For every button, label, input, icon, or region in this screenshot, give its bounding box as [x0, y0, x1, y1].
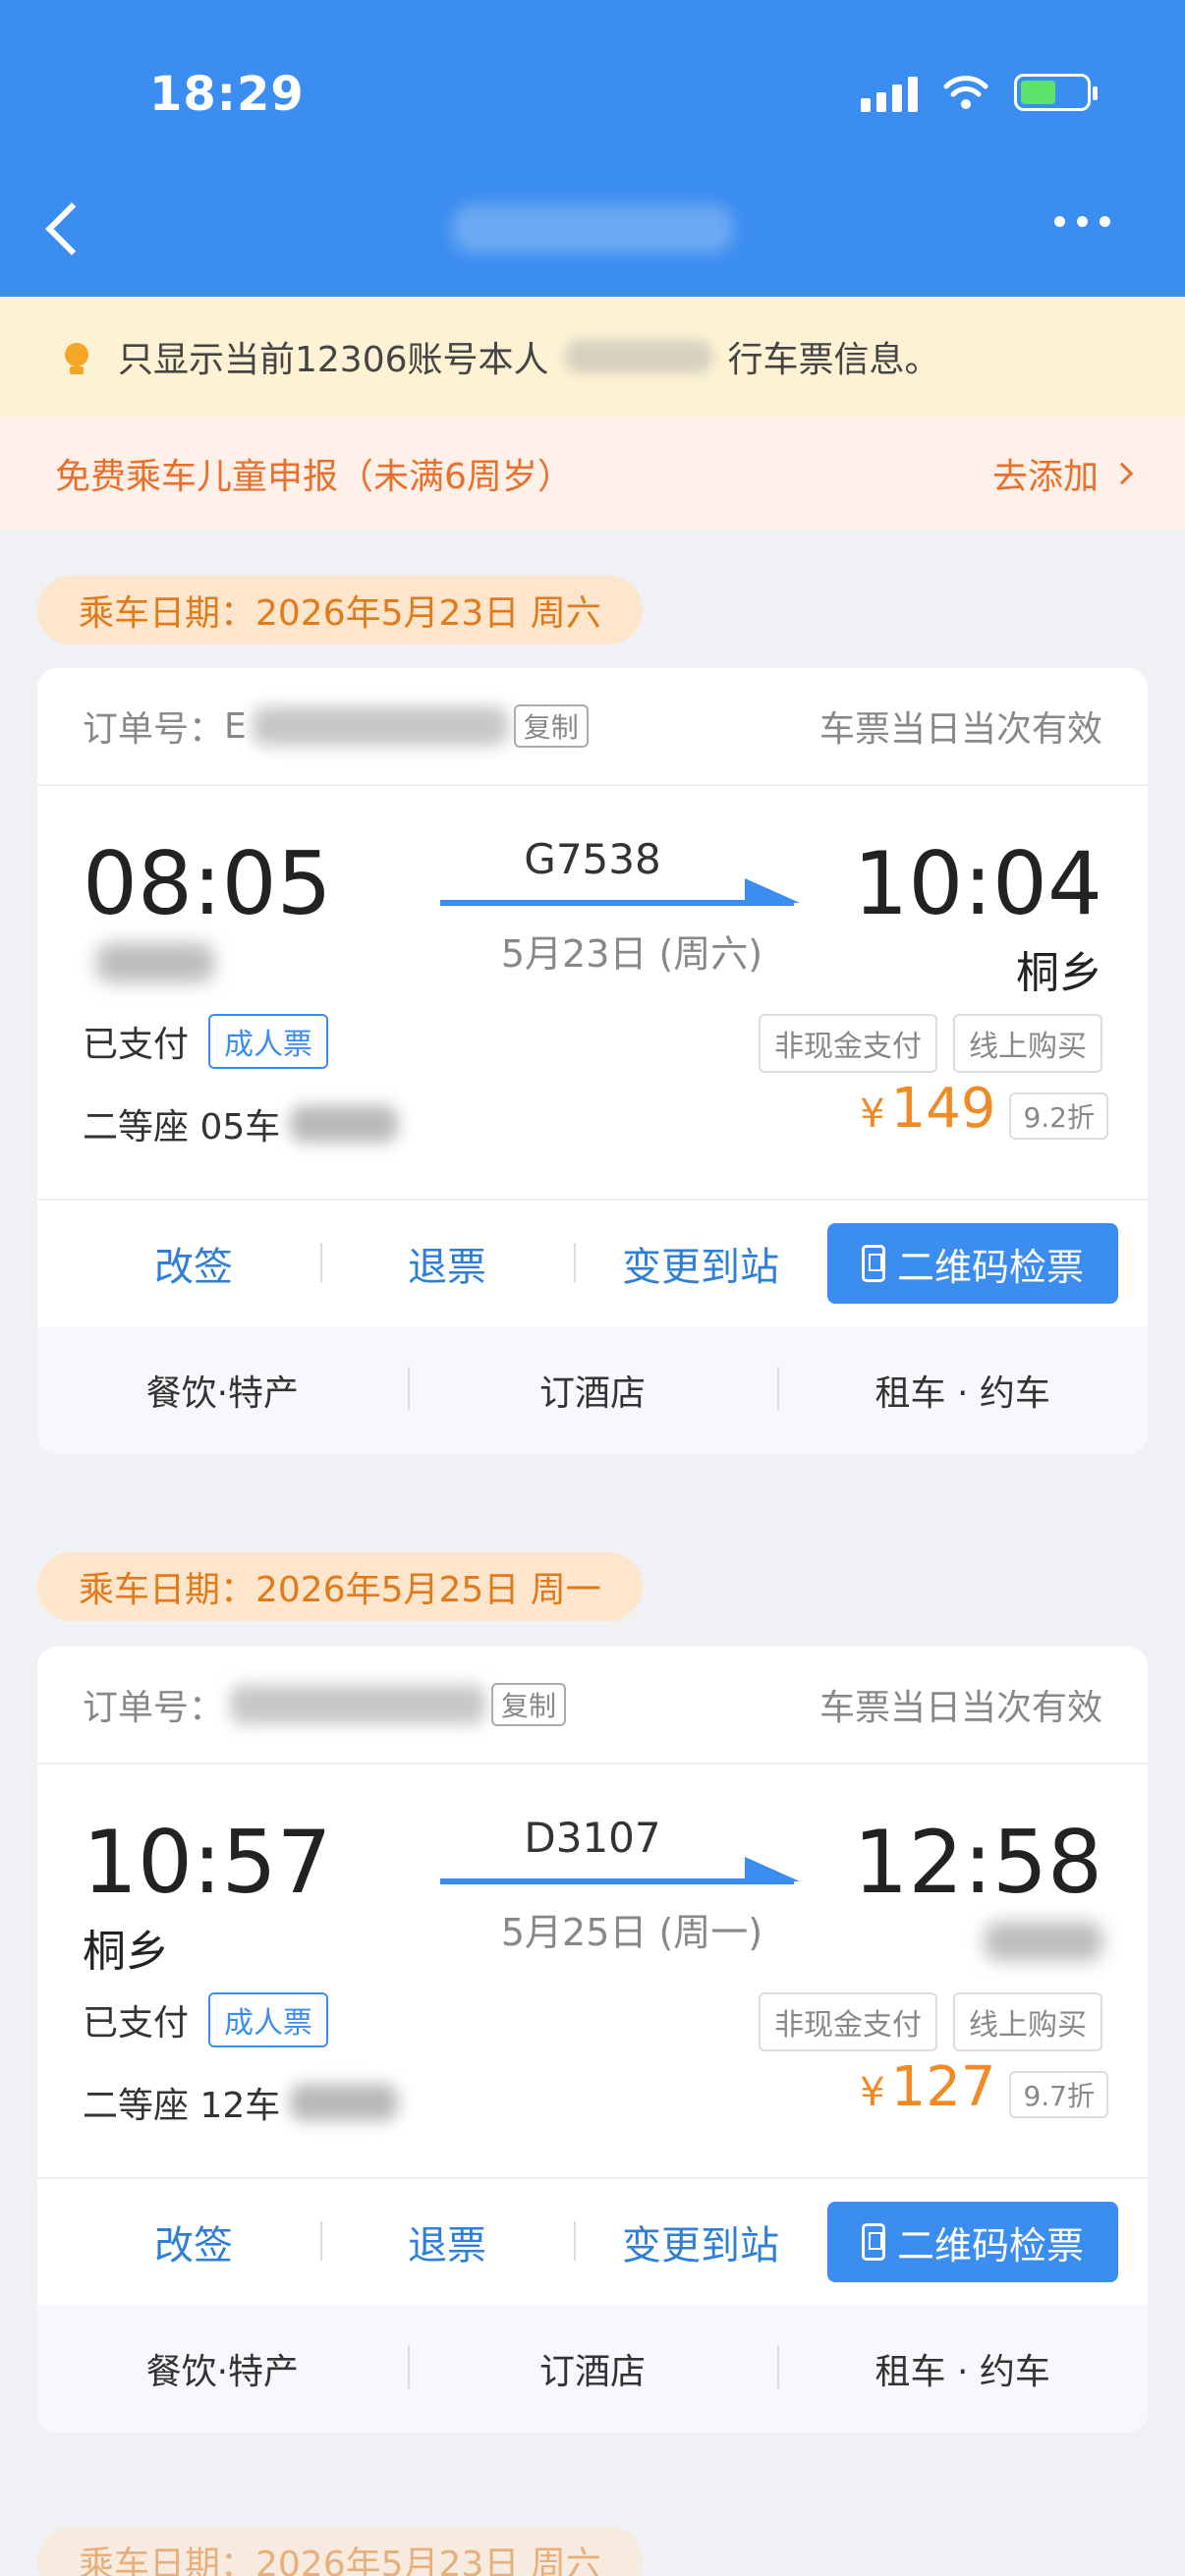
car-link[interactable]: 租车 · 约车 [777, 2343, 1148, 2394]
status-icons [861, 73, 1098, 112]
discount-badge: 9.2折 [1009, 1092, 1108, 1140]
order-prefix: E [224, 705, 247, 747]
currency-symbol: ¥ [860, 2070, 885, 2115]
arrival-station: 桐乡 [1016, 948, 1102, 998]
payment-status: 已支付 成人票 [83, 1992, 329, 2047]
car-link[interactable]: 租车 · 约车 [777, 1365, 1148, 1416]
food-link[interactable]: 餐饮·特产 [37, 2343, 408, 2394]
service-links: 餐饮·特产 订酒店 租车 · 约车 [37, 1326, 1148, 1454]
service-links: 餐饮·特产 订酒店 租车 · 约车 [37, 2305, 1148, 2433]
copy-button[interactable]: 复制 [491, 1683, 567, 1726]
redacted-name [564, 340, 712, 373]
seat-label: 二等座 12车 [83, 2086, 281, 2126]
status-time: 18:29 [149, 67, 305, 122]
page-title [452, 204, 733, 253]
ticket-type-badge: 成人票 [208, 1014, 329, 1069]
arrival-time: 10:04 [853, 833, 1102, 934]
tag-noncash: 非现金支付 [759, 1992, 937, 2051]
departure-station: 桐乡 [83, 1927, 169, 1977]
signal-icon [861, 73, 918, 112]
hotel-link[interactable]: 订酒店 [407, 2343, 778, 2394]
notice-text-start: 只显示当前12306账号本人 [118, 340, 549, 380]
seat-info: 二等座 05车 [83, 1098, 399, 1149]
child-report-label: 免费乘车儿童申报（未满6周岁） [55, 457, 573, 497]
train-number: G7538 [524, 835, 661, 883]
hotel-link[interactable]: 订酒店 [407, 1365, 778, 1416]
qr-checkin-button[interactable]: 二维码检票 [827, 1223, 1118, 1304]
order-label: 订单号： [83, 709, 225, 750]
arrival-time: 12:58 [853, 1812, 1102, 1913]
redacted-order-number [252, 706, 508, 746]
more-icon[interactable] [1054, 216, 1110, 227]
app-header: 18:29 [0, 0, 1185, 297]
order-label: 订单号： [83, 1688, 225, 1728]
chevron-right-icon [1110, 462, 1134, 485]
currency-symbol: ¥ [860, 1092, 885, 1137]
back-icon[interactable] [39, 196, 88, 261]
price-amount: 149 [890, 1077, 996, 1141]
notice-text-end: 行车票信息。 [727, 340, 940, 380]
train-number: D3107 [524, 1814, 661, 1862]
tag-noncash: 非现金支付 [759, 1014, 937, 1073]
phone-qr-icon [861, 2223, 885, 2261]
notice-bar: 只显示当前12306账号本人 行车票信息。 [0, 297, 1185, 417]
redacted-departure-station [96, 943, 214, 982]
ticket-actions: 改签 退票 变更到站 二维码检票 [37, 1199, 1148, 1326]
tag-online: 线上购买 [953, 1992, 1102, 2051]
train-date: 5月23日 (周六) [500, 932, 763, 976]
arrow-right-icon [440, 1857, 800, 1884]
price-amount: 127 [890, 2055, 996, 2119]
payment-status: 已支付 成人票 [83, 1014, 329, 1069]
change-ticket-button[interactable]: 改签 [67, 2213, 320, 2270]
seat-info: 二等座 12车 [83, 2077, 399, 2128]
price: ¥ 127 9.7折 [860, 2055, 1108, 2119]
date-pill: 乘车日期：2026年5月23日 周六 [37, 2527, 643, 2576]
trip-info: 08:05 G7538 5月23日 (周六) 10:04 桐乡 已支付 成人票 … [37, 786, 1148, 1199]
change-ticket-button[interactable]: 改签 [67, 1235, 320, 1292]
phone-qr-icon [861, 1245, 885, 1282]
change-station-button[interactable]: 变更到站 [574, 1235, 827, 1292]
price: ¥ 149 9.2折 [860, 1077, 1108, 1141]
food-link[interactable]: 餐饮·特产 [37, 1365, 408, 1416]
ticket-card: 订单号： 复制 车票当日当次有效 10:57 D3107 5月25日 (周一) … [37, 1647, 1148, 2433]
ticket-tags: 非现金支付 线上购买 [759, 1992, 1102, 2051]
change-station-button[interactable]: 变更到站 [574, 2213, 827, 2270]
card-header: 订单号： E 复制 车票当日当次有效 [37, 668, 1148, 786]
discount-badge: 9.7折 [1009, 2071, 1108, 2118]
wifi-icon [943, 76, 988, 109]
arrow-right-icon [440, 878, 800, 906]
tag-online: 线上购买 [953, 1014, 1102, 1073]
departure-time: 10:57 [83, 1812, 332, 1913]
qr-checkin-label: 二维码检票 [896, 1245, 1084, 1289]
redacted-arrival-station [985, 1922, 1102, 1961]
train-date: 5月25日 (周一) [500, 1911, 763, 1954]
redacted-seat-number [290, 1105, 399, 1143]
child-add-button[interactable]: 去添加 [991, 448, 1134, 499]
qr-checkin-button[interactable]: 二维码检票 [827, 2202, 1118, 2282]
child-add-label: 去添加 [991, 457, 1099, 497]
redacted-seat-number [290, 2084, 399, 2121]
redacted-order-number [230, 1685, 486, 1724]
paid-label: 已支付 [83, 1025, 190, 1065]
card-header: 订单号： 复制 车票当日当次有效 [37, 1647, 1148, 1764]
validity-text: 车票当日当次有效 [818, 709, 1102, 750]
date-pill: 乘车日期：2026年5月23日 周六 [37, 576, 643, 644]
trip-info: 10:57 D3107 5月25日 (周一) 12:58 桐乡 已支付 成人票 … [37, 1764, 1148, 2177]
refund-button[interactable]: 退票 [320, 2213, 574, 2270]
departure-time: 08:05 [83, 833, 332, 934]
qr-checkin-label: 二维码检票 [896, 2223, 1084, 2268]
child-report-bar[interactable]: 免费乘车儿童申报（未满6周岁） 去添加 [0, 417, 1185, 531]
ticket-type-badge: 成人票 [208, 1992, 329, 2047]
date-pill: 乘车日期：2026年5月25日 周一 [37, 1552, 643, 1621]
seat-label: 二等座 05车 [83, 1107, 281, 1148]
battery-icon [1014, 74, 1098, 111]
lightbulb-icon [55, 335, 98, 378]
copy-button[interactable]: 复制 [513, 704, 589, 748]
paid-label: 已支付 [83, 2003, 190, 2044]
ticket-actions: 改签 退票 变更到站 二维码检票 [37, 2177, 1148, 2305]
refund-button[interactable]: 退票 [320, 1235, 574, 1292]
ticket-card: 订单号： E 复制 车票当日当次有效 08:05 G7538 5月23日 (周六… [37, 668, 1148, 1454]
validity-text: 车票当日当次有效 [818, 1688, 1102, 1728]
ticket-tags: 非现金支付 线上购买 [759, 1014, 1102, 1073]
